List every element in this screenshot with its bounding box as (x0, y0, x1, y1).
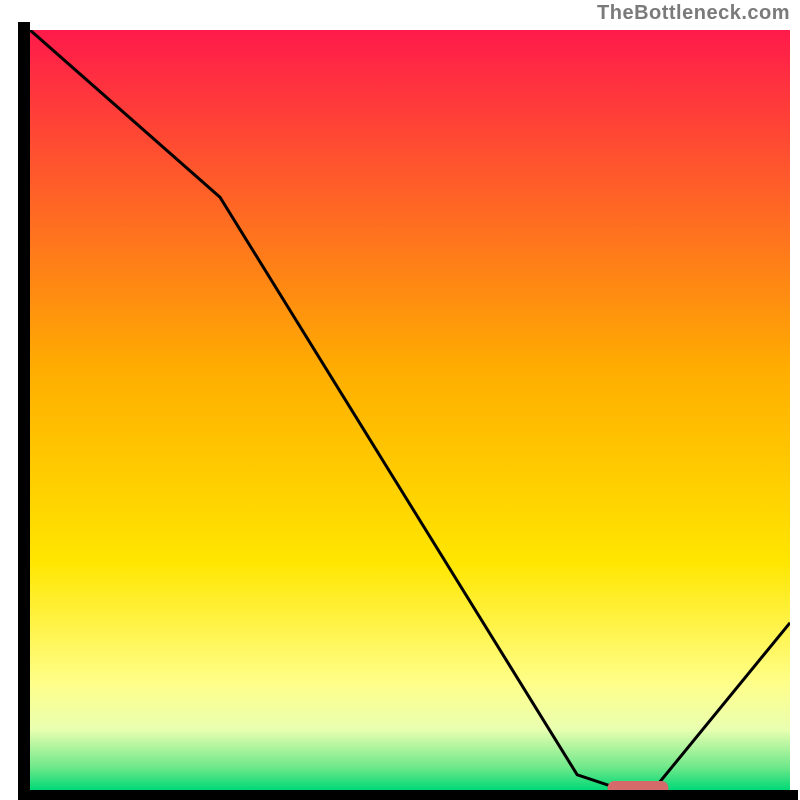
attribution-label: TheBottleneck.com (597, 2, 790, 25)
chart-container: TheBottleneck.com (0, 0, 800, 800)
x-axis (18, 790, 798, 800)
gradient-background (30, 30, 790, 790)
bottleneck-chart (0, 0, 800, 800)
plot-area (30, 30, 790, 795)
y-axis (18, 22, 30, 800)
